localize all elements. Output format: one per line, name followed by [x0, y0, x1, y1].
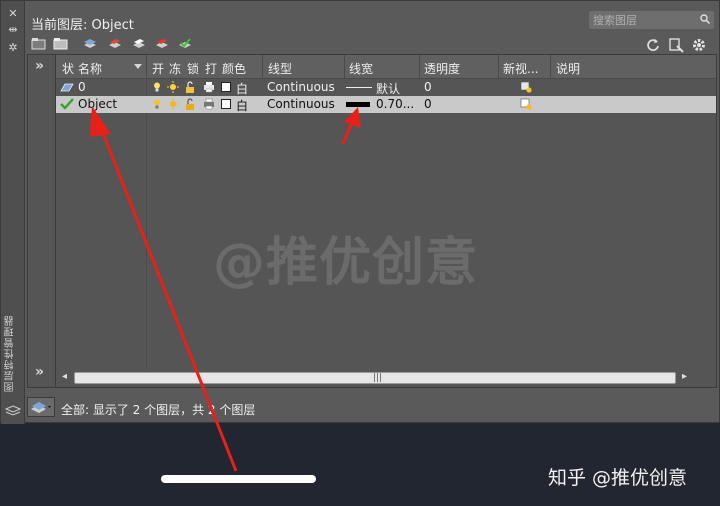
layer-transparency[interactable]: 0	[424, 97, 432, 111]
layers-stack-icon	[5, 405, 21, 416]
padlock-unlocked-icon[interactable]	[184, 98, 196, 110]
layer-filter-icon	[31, 402, 51, 413]
col-freeze[interactable]: 冻	[169, 60, 181, 77]
layer-name: Object	[78, 97, 118, 111]
autohide-icon[interactable]: ⇹	[6, 23, 20, 37]
expand-filter-chevron-bottom-icon[interactable]: »	[35, 364, 44, 380]
col-lineweight[interactable]: 线宽	[349, 60, 373, 77]
lineweight-sample	[346, 102, 370, 107]
current-checkmark-icon	[60, 98, 74, 110]
sun-thawed-icon[interactable]	[166, 98, 180, 110]
table-row[interactable]: 0 白 Continuous 默认 0	[56, 79, 716, 96]
layer-transparency[interactable]: 0	[424, 80, 432, 94]
col-transparency[interactable]: 透明度	[424, 60, 460, 77]
layer-lineweight[interactable]: 默认	[376, 80, 400, 97]
close-icon[interactable]: ✕	[6, 7, 20, 21]
layer-lineweight[interactable]: 0.70...	[376, 97, 414, 111]
layer-states-manager-icon[interactable]	[82, 37, 98, 51]
search-placeholder: 搜索图层	[593, 14, 637, 27]
watermark: @推优创意	[213, 233, 479, 293]
col-on[interactable]: 开	[152, 60, 164, 77]
sort-descending-icon	[134, 64, 142, 69]
new-group-filter-icon[interactable]	[53, 37, 69, 51]
col-name[interactable]: 名称	[78, 60, 102, 77]
properties-icon[interactable]: ✲	[6, 41, 20, 55]
sun-thawed-icon[interactable]	[166, 81, 180, 93]
search-icon[interactable]	[700, 14, 710, 24]
search-layers-input[interactable]: 搜索图层	[589, 11, 714, 29]
printer-icon[interactable]	[203, 98, 215, 110]
col-color[interactable]: 颜色	[222, 60, 246, 77]
scrollbar-thumb[interactable]: |||	[74, 372, 676, 384]
scroll-grip-icon: |||	[373, 373, 383, 383]
home-indicator[interactable]	[161, 475, 316, 483]
current-layer-label: 当前图层: Object	[31, 18, 134, 33]
layer-linetype[interactable]: Continuous	[267, 97, 335, 111]
delete-layer-icon[interactable]	[154, 37, 170, 51]
new-vp-freeze-icon[interactable]	[520, 98, 532, 110]
new-vp-freeze-icon[interactable]	[520, 81, 532, 93]
palette-title-strip: ✕ ⇹ ✲ 图层特性管理器	[1, 1, 25, 424]
filter-tree-pane: » »	[28, 55, 56, 387]
col-status[interactable]: 状	[62, 60, 74, 77]
col-plot[interactable]: 打	[205, 60, 217, 77]
layer-name: 0	[78, 80, 86, 94]
layer-parallelogram-icon	[60, 83, 74, 92]
padlock-unlocked-icon[interactable]	[184, 81, 196, 93]
new-layer-vp-frozen-icon[interactable]	[131, 37, 147, 51]
source-watermark: 知乎 @推优创意	[548, 467, 688, 489]
layer-color: 白	[236, 82, 249, 96]
new-property-filter-icon[interactable]	[31, 37, 47, 51]
gear-icon[interactable]	[691, 37, 707, 53]
refresh-icon[interactable]	[645, 37, 661, 53]
lineweight-sample	[346, 87, 372, 88]
layer-settings-icon[interactable]	[668, 37, 684, 53]
col-lock[interactable]: 锁	[187, 60, 199, 77]
col-description[interactable]: 说明	[556, 60, 580, 77]
layer-properties-manager-palette: ✕ ⇹ ✲ 图层特性管理器 当前图层: Object 搜索图层 » » 状 名称…	[0, 0, 720, 424]
status-bar-text: 全部: 显示了 2 个图层，共 2 个图层	[61, 403, 256, 417]
layer-linetype[interactable]: Continuous	[267, 80, 335, 94]
col-new-vp-freeze[interactable]: 新视...	[503, 60, 538, 77]
scroll-right-icon[interactable]: ▸	[682, 371, 687, 382]
lightbulb-on-icon[interactable]	[151, 98, 163, 110]
layer-grid: 状 名称 开 冻 锁 打 颜色 线型 线宽 透明度 新视... 说明 0 白 C…	[56, 55, 716, 369]
expand-filter-chevron-icon[interactable]: »	[35, 58, 44, 74]
set-current-icon[interactable]	[177, 37, 193, 51]
column-header-row: 状 名称 开 冻 锁 打 颜色 线型 线宽 透明度 新视... 说明	[56, 55, 716, 79]
table-row-selected[interactable]: Object 白 Continuous 0.70... 0	[56, 96, 716, 113]
new-layer-icon[interactable]	[107, 37, 123, 51]
color-swatch[interactable]	[221, 99, 231, 109]
printer-icon[interactable]	[203, 81, 215, 93]
layer-color: 白	[236, 99, 249, 113]
color-swatch[interactable]	[221, 82, 231, 92]
scroll-left-icon[interactable]: ◂	[62, 371, 67, 382]
layer-filter-dropdown[interactable]	[27, 397, 55, 417]
lightbulb-on-icon[interactable]	[151, 81, 163, 93]
horizontal-scrollbar[interactable]: ◂ ||| ▸	[56, 369, 716, 387]
col-linetype[interactable]: 线型	[268, 60, 292, 77]
palette-title: 图层特性管理器	[5, 315, 16, 392]
